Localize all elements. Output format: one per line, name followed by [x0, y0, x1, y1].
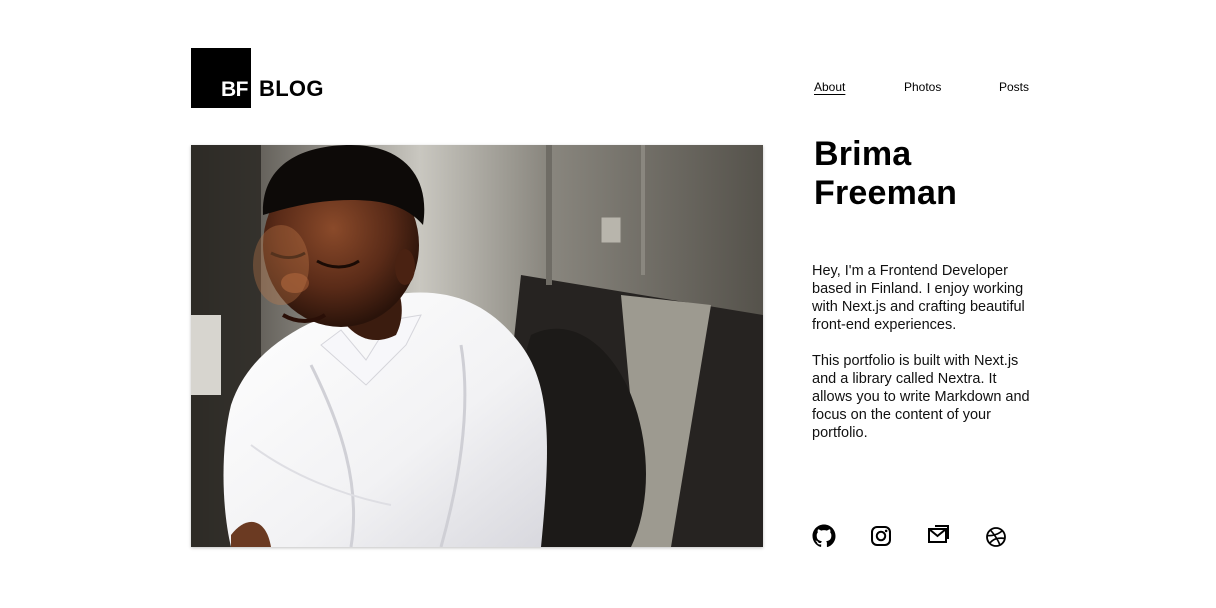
mail-icon: [928, 525, 949, 543]
social-links: [812, 524, 1012, 550]
github-link[interactable]: [812, 524, 836, 548]
bio-paragraph-1: Hey, I'm a Frontend Developer based in F…: [812, 263, 1025, 333]
instagram-link[interactable]: [870, 525, 894, 549]
github-icon: [812, 524, 836, 548]
mail-link[interactable]: [927, 524, 951, 548]
name-first: Brima: [814, 135, 912, 173]
main-nav: About Photos Posts: [814, 80, 1030, 96]
profile-photo: [191, 145, 763, 547]
bio-text: Hey, I'm a Frontend Developer based in F…: [812, 262, 1032, 460]
dribbble-icon: [986, 527, 1006, 547]
bio-paragraph-2: This portfolio is built with Next.js and…: [812, 353, 1030, 441]
dribbble-link[interactable]: [985, 526, 1009, 550]
instagram-icon: [871, 526, 891, 546]
logo-mark: BF: [191, 48, 251, 108]
nav-link-about[interactable]: About: [814, 80, 845, 94]
logo-link[interactable]: BF BLOG: [191, 48, 324, 108]
nav-link-photos[interactable]: Photos: [904, 80, 941, 94]
logo-text: BLOG: [259, 76, 324, 101]
nav-link-posts[interactable]: Posts: [999, 80, 1029, 94]
logo-initials: BF: [221, 78, 249, 101]
profile-name: Brima Freeman: [814, 135, 1014, 213]
name-last: Freeman: [814, 174, 958, 212]
